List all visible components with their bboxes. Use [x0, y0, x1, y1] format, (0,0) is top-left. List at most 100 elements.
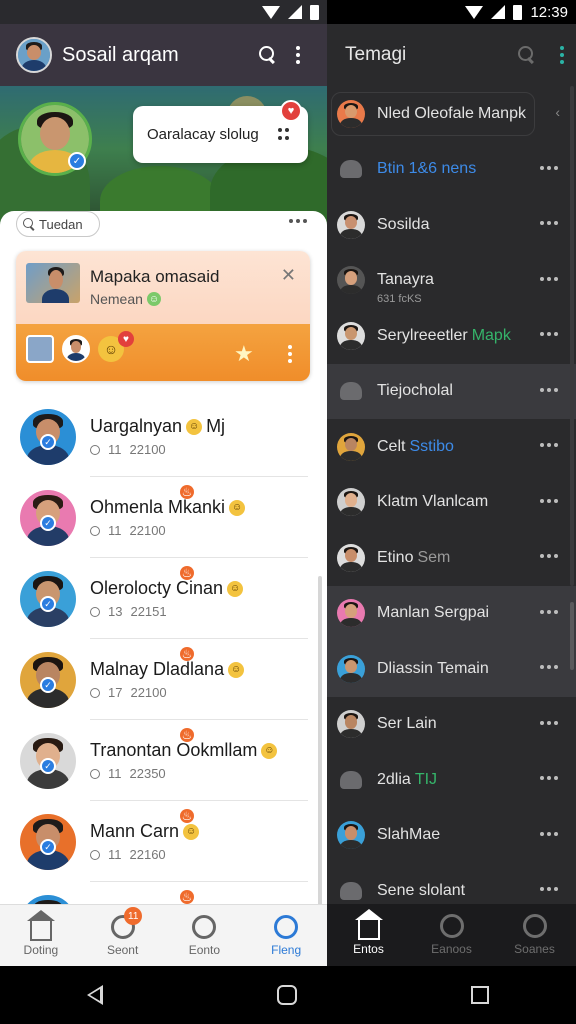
search-button[interactable]	[253, 40, 283, 70]
scrollbar-thumb[interactable]	[570, 602, 574, 670]
drawer-avatar[interactable]	[337, 99, 365, 128]
chat-bubble-icon	[337, 155, 365, 183]
more-icon[interactable]	[540, 776, 558, 780]
drawer-avatar[interactable]	[337, 488, 365, 517]
drawer-item[interactable]: Tanayra 631 fcKS	[327, 253, 576, 309]
drawer-item[interactable]: SlahMae	[327, 808, 576, 864]
drawer-nav-tab-entos[interactable]: Entos	[327, 904, 410, 966]
clock-icon	[90, 849, 100, 860]
app-header: Sosail arqam	[0, 24, 327, 86]
more-icon[interactable]	[540, 387, 558, 392]
drawer-item-label: Celt Sstibo	[377, 437, 454, 455]
mini-avatar[interactable]	[62, 335, 90, 363]
drawer-item[interactable]: Klatm Vlanlcam	[327, 475, 576, 531]
status-bar-left	[0, 0, 327, 24]
star-icon[interactable]: ★	[234, 341, 254, 367]
contact-row[interactable]: ✓ Uargalnyan ☺ Mj 11 22100	[0, 396, 318, 477]
more-icon[interactable]	[540, 831, 558, 836]
drawer-item-label: 2dlia TIJ	[377, 770, 438, 788]
fire-emoji-icon: ♨	[180, 485, 194, 499]
drawer-avatar[interactable]	[337, 432, 365, 461]
more-icon[interactable]	[540, 665, 558, 669]
contact-row[interactable]: ✓ Mann Carn ☺ 11 22160 ♨	[0, 801, 318, 882]
nav-tab-doting[interactable]: Doting	[0, 905, 82, 966]
drawer-avatar[interactable]	[337, 654, 365, 683]
more-icon[interactable]	[540, 887, 558, 891]
drawer-list: Nled Oleofale Manpk ‹ Btin 1&6 nens Sosilda Ta…	[327, 86, 576, 919]
more-icon[interactable]	[540, 221, 558, 225]
more-icon[interactable]	[540, 498, 558, 503]
more-icon[interactable]	[540, 720, 558, 725]
drawer-nav-tab-soanes[interactable]: Soanes	[493, 904, 576, 966]
drawer-avatar[interactable]	[337, 210, 365, 239]
kebab-icon[interactable]	[560, 46, 564, 64]
drawer-item[interactable]: Ser Lain	[327, 697, 576, 753]
more-icon[interactable]	[540, 554, 558, 558]
featured-title: Mapaka omasaid	[90, 267, 220, 286]
contact-text: Olerolocty Cinan ☺ 13 22151	[90, 578, 247, 619]
contact-row[interactable]: ✓ Tranontan Ookmllam ☺ 11 22350 ♨	[0, 720, 318, 801]
drawer-item[interactable]: Serylreeetler Mapk	[327, 308, 576, 364]
drawer-avatar[interactable]	[337, 321, 365, 350]
contact-meta: 11 22100	[90, 523, 249, 538]
contacts-sheet: Tuedan Mapaka omasaid Nemean ☺ ✕ ☺ ♥ ★ ✓…	[0, 211, 327, 966]
nav-label: Fleng	[271, 942, 302, 957]
back-icon[interactable]	[87, 985, 103, 1005]
drawer-avatar[interactable]	[337, 266, 365, 295]
grid-dots-icon	[278, 128, 290, 140]
drawer-avatar[interactable]	[337, 599, 365, 628]
close-icon[interactable]: ✕	[281, 265, 296, 286]
featured-card[interactable]: Mapaka omasaid Nemean ☺ ✕ ☺ ♥ ★	[16, 251, 310, 381]
drawer-item[interactable]: Dliassin Temain	[327, 641, 576, 697]
kebab-icon[interactable]	[288, 345, 292, 363]
more-icon[interactable]	[540, 332, 558, 336]
drawer-item[interactable]: 2dlia TIJ	[327, 752, 576, 808]
drawer-item[interactable]: Sosilda	[327, 197, 576, 253]
more-icon[interactable]	[540, 165, 558, 170]
verified-badge-icon: ✓	[40, 758, 56, 774]
home-button-icon[interactable]	[277, 985, 297, 1005]
mini-avatar[interactable]	[26, 335, 54, 363]
drawer-item-label: Serylreeetler Mapk	[377, 326, 511, 344]
chevron-left-icon[interactable]: ‹	[555, 104, 560, 120]
verified-badge-icon: ✓	[40, 434, 56, 450]
scrollbar[interactable]	[570, 86, 574, 586]
search-chip-text: Tuedan	[39, 216, 83, 232]
recents-icon[interactable]	[471, 986, 489, 1004]
kebab-icon	[296, 46, 300, 64]
smile-emoji-icon: ☺	[186, 418, 203, 435]
more-icon[interactable]	[289, 219, 307, 223]
nav-tab-fleng[interactable]: Fleng	[245, 905, 327, 966]
drawer-item[interactable]: Etino Sem	[327, 530, 576, 586]
search-icon	[259, 46, 277, 64]
drawer-item[interactable]: Manlan Sergpai	[327, 585, 576, 641]
search-chip[interactable]: Tuedan	[16, 211, 100, 237]
drawer-item[interactable]: Tiejocholal	[327, 363, 576, 419]
drawer-item[interactable]: Nled Oleofale Manpk ‹	[327, 86, 576, 142]
more-icon[interactable]	[540, 443, 558, 447]
contact-name: Mann Carn ☺	[90, 821, 203, 842]
drawer-avatar[interactable]	[337, 710, 365, 739]
more-icon[interactable]	[540, 276, 558, 281]
search-button[interactable]	[512, 40, 542, 70]
nav-tab-seont[interactable]: 11 Seont	[82, 905, 164, 966]
contact-row[interactable]: ✓ Ohmenla Mkanki ☺ 11 22100 ♨	[0, 477, 318, 558]
drawer-avatar[interactable]	[337, 543, 365, 572]
drawer-item[interactable]: Btin 1&6 nens	[327, 142, 576, 198]
drawer-nav-tab-eanoos[interactable]: Eanoos	[410, 904, 493, 966]
scrollbar[interactable]	[318, 576, 322, 946]
more-icon[interactable]	[540, 609, 558, 614]
status-bubble[interactable]: Oaralacay slolug ♥	[133, 100, 308, 163]
drawer-item-label: Tiejocholal	[377, 382, 453, 400]
contact-row[interactable]: ✓ Olerolocty Cinan ☺ 13 22151 ♨	[0, 558, 318, 639]
drawer-avatar[interactable]	[337, 821, 365, 850]
heart-badge-icon: ♥	[280, 100, 302, 122]
contact-text: Uargalnyan ☺ Mj 11 22100	[90, 416, 225, 457]
nav-tab-eonto[interactable]: Eonto	[164, 905, 246, 966]
contact-meta: 11 22100	[90, 442, 225, 457]
fire-emoji-icon: ♥	[118, 331, 134, 347]
overflow-menu-button[interactable]	[283, 40, 313, 70]
contact-row[interactable]: ✓ Malnay Dladlana ☺ 17 22100 ♨	[0, 639, 318, 720]
drawer-item[interactable]: Celt Sstibo	[327, 419, 576, 475]
profile-avatar[interactable]	[16, 37, 52, 73]
